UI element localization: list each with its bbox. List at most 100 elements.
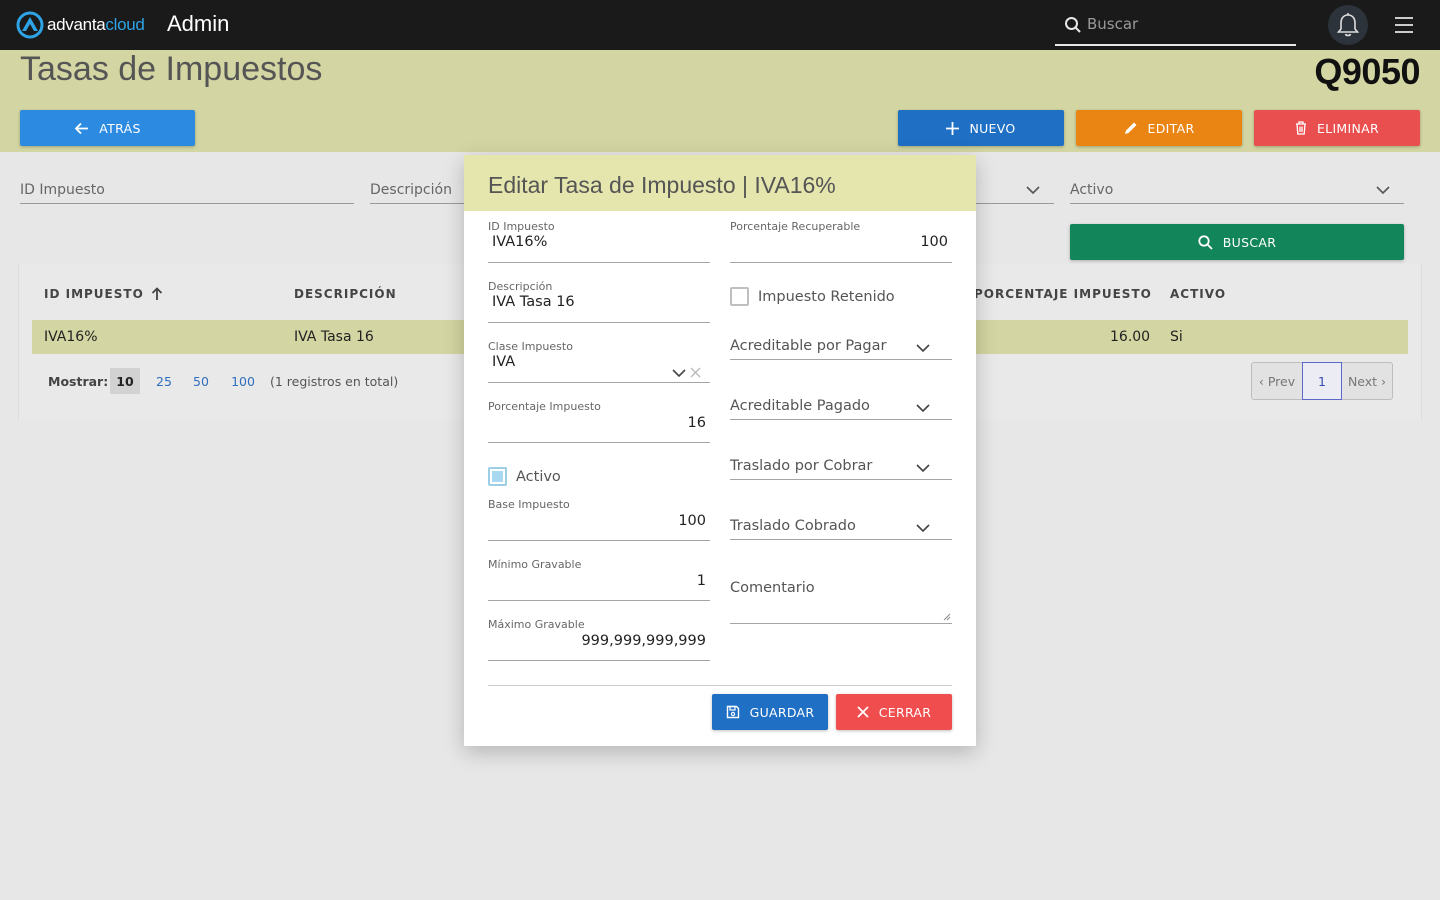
- descripcion-label: Descripción: [488, 280, 553, 293]
- maximo-gravable-field[interactable]: Máximo Gravable 999,999,999,999: [488, 618, 710, 661]
- minimo-gravable-label: Mínimo Gravable: [488, 558, 582, 571]
- id-impuesto-label: ID Impuesto: [488, 220, 555, 233]
- maximo-gravable-value: 999,999,999,999: [581, 633, 706, 649]
- menu-icon[interactable]: [1395, 17, 1413, 38]
- edit-button-label: EDITAR: [1147, 120, 1195, 136]
- maximo-gravable-label: Máximo Gravable: [488, 618, 585, 631]
- trash-icon: [1295, 121, 1306, 135]
- close-button[interactable]: CERRAR: [836, 694, 952, 730]
- new-button[interactable]: NUEVO: [898, 110, 1064, 146]
- minimo-gravable-field[interactable]: Mínimo Gravable 1: [488, 558, 710, 601]
- filter-activo-label: Activo: [1070, 182, 1114, 198]
- chevron-down-icon: [1376, 186, 1390, 194]
- page-size-50[interactable]: 50: [189, 368, 213, 394]
- comentario-textarea[interactable]: Comentario: [730, 580, 952, 624]
- minimo-gravable-value: 1: [696, 573, 706, 589]
- filter-select-hidden[interactable]: [976, 178, 1054, 204]
- clase-impuesto-value: IVA: [492, 354, 516, 370]
- traslado-cobrado-select[interactable]: Traslado Cobrado: [730, 516, 952, 540]
- filter-activo-select[interactable]: Activo: [1070, 178, 1404, 204]
- descripcion-field[interactable]: Descripción IVA Tasa 16: [488, 280, 710, 323]
- clase-impuesto-label: Clase Impuesto: [488, 340, 573, 353]
- page-size-25[interactable]: 25: [152, 368, 176, 394]
- porcentaje-impuesto-label: Porcentaje Impuesto: [488, 400, 601, 413]
- search-button-label: BUSCAR: [1222, 234, 1277, 250]
- total-records: (1 registros en total): [270, 374, 399, 389]
- bell-icon: [1336, 13, 1360, 37]
- save-button-label: GUARDAR: [749, 704, 815, 720]
- comentario-placeholder: Comentario: [730, 580, 815, 596]
- chevron-down-icon: [916, 524, 930, 532]
- delete-button[interactable]: ELIMINAR: [1254, 110, 1420, 146]
- cell-activo: Si: [1170, 329, 1183, 345]
- search-icon: [1198, 234, 1213, 250]
- section-title: Admin: [167, 11, 230, 36]
- id-impuesto-field[interactable]: ID Impuesto IVA16%: [488, 220, 710, 263]
- id-impuesto-value: IVA16%: [492, 234, 548, 250]
- plus-icon: [946, 121, 960, 135]
- activo-checkbox-label: Activo: [516, 468, 561, 485]
- resize-handle-icon[interactable]: [943, 613, 951, 621]
- acreditable-pagado-select[interactable]: Acreditable Pagado: [730, 396, 952, 420]
- chevron-down-icon: [916, 464, 930, 472]
- back-button-label: ATRÁS: [99, 120, 141, 136]
- chevron-down-icon: [672, 369, 686, 377]
- page-size-100[interactable]: 100: [228, 368, 258, 394]
- search-button[interactable]: BUSCAR: [1070, 224, 1404, 260]
- edit-button[interactable]: EDITAR: [1076, 110, 1242, 146]
- porcentaje-recuperable-value: 100: [920, 234, 948, 250]
- back-button[interactable]: ATRÁS: [20, 110, 195, 146]
- column-header-id[interactable]: ID IMPUESTO: [44, 287, 163, 301]
- traslado-por-cobrar-select[interactable]: Traslado por Cobrar: [730, 456, 952, 480]
- floppy-disk-icon: [726, 705, 739, 719]
- new-button-label: NUEVO: [969, 120, 1016, 136]
- delete-button-label: ELIMINAR: [1316, 120, 1379, 136]
- activo-checkbox[interactable]: Activo: [488, 467, 561, 486]
- clear-icon[interactable]: [690, 367, 701, 378]
- column-header-descripcion[interactable]: DESCRIPCIÓN: [294, 287, 397, 301]
- porcentaje-impuesto-field[interactable]: Porcentaje Impuesto 16: [488, 400, 710, 443]
- edit-tax-dialog: Editar Tasa de Impuesto | IVA16% ID Impu…: [464, 155, 976, 746]
- dialog-title: Editar Tasa de Impuesto | IVA16%: [488, 172, 836, 198]
- page-size-10[interactable]: 10: [110, 368, 140, 394]
- chevron-down-icon: [1026, 186, 1040, 194]
- cell-descripcion: IVA Tasa 16: [294, 329, 374, 345]
- base-impuesto-label: Base Impuesto: [488, 498, 570, 511]
- filter-id-label: ID Impuesto: [20, 182, 105, 198]
- impuesto-retenido-checkbox[interactable]: Impuesto Retenido: [730, 287, 895, 306]
- acreditable-por-pagar-select[interactable]: Acreditable por Pagar: [730, 336, 952, 360]
- dialog-divider: [488, 685, 952, 686]
- notifications-button[interactable]: [1328, 5, 1368, 45]
- traslado-por-cobrar-label: Traslado por Cobrar: [730, 458, 873, 474]
- porcentaje-impuesto-value: 16: [687, 415, 706, 431]
- clase-impuesto-select[interactable]: Clase Impuesto IVA: [488, 340, 710, 383]
- descripcion-value: IVA Tasa 16: [492, 294, 575, 310]
- chevron-down-icon: [916, 344, 930, 352]
- acreditable-por-pagar-label: Acreditable por Pagar: [730, 338, 887, 354]
- cell-id: IVA16%: [44, 329, 98, 345]
- impuesto-retenido-label: Impuesto Retenido: [758, 288, 895, 305]
- save-button[interactable]: GUARDAR: [712, 694, 828, 730]
- app-logo[interactable]: advantacloud: [16, 11, 145, 39]
- next-page-button[interactable]: Next ›: [1342, 363, 1392, 399]
- cell-porcentaje: 16.00: [1110, 329, 1151, 345]
- filter-id-input[interactable]: ID Impuesto: [20, 178, 354, 204]
- acreditable-pagado-label: Acreditable Pagado: [730, 398, 870, 414]
- prev-page-button[interactable]: ‹ Prev: [1252, 363, 1302, 399]
- search-input[interactable]: [1087, 15, 1287, 33]
- page-code: Q9050: [1314, 51, 1420, 92]
- pencil-icon: [1124, 122, 1137, 134]
- dialog-header: Editar Tasa de Impuesto | IVA16%: [464, 155, 976, 211]
- current-page-button[interactable]: 1: [1302, 362, 1342, 400]
- base-impuesto-field[interactable]: Base Impuesto 100: [488, 498, 710, 541]
- sort-ascending-icon: [151, 287, 162, 300]
- pagination: ‹ Prev 1 Next ›: [1251, 362, 1393, 400]
- brand-name: advantacloud: [47, 15, 145, 34]
- base-impuesto-value: 100: [678, 513, 706, 529]
- filter-descripcion-label: Descripción: [370, 182, 452, 198]
- traslado-cobrado-label: Traslado Cobrado: [730, 518, 856, 534]
- column-header-porcentaje[interactable]: PORCENTAJE IMPUESTO: [974, 287, 1152, 301]
- global-search: [1055, 7, 1296, 46]
- porcentaje-recuperable-field[interactable]: Porcentaje Recuperable 100: [730, 220, 952, 263]
- column-header-activo[interactable]: ACTIVO: [1170, 287, 1226, 301]
